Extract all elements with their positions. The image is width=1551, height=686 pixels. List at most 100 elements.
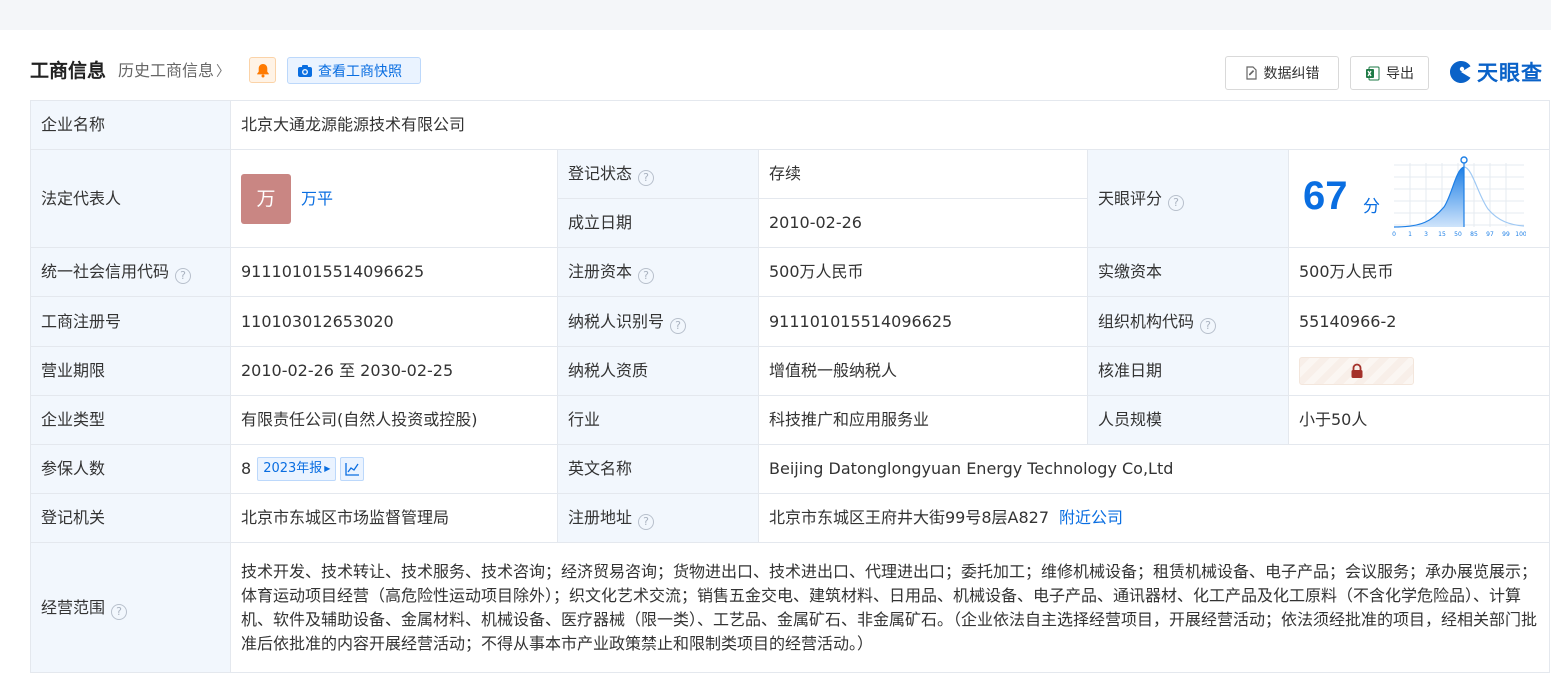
help-icon[interactable]: ? [1200,317,1217,334]
company-type-label: 企业类型 [30,395,231,445]
insured-label: 参保人数 [30,444,231,494]
reg-address-label: 注册地址 [568,508,633,527]
annual-report-tag[interactable]: 2023年报 ▶ [257,457,337,482]
score-unit: 分 [1363,196,1380,217]
table-row: 参保人数 8 2023年报 ▶ 英文名称 Beijing Datonglongyua… [30,444,1551,494]
tianyan-score-label-cell: 天眼评分? [1087,149,1289,248]
reg-authority-label: 登记机关 [30,493,231,543]
table-row: 经营范围? 技术开发、技术转让、技术服务、技术咨询；经济贸易咨询；货物进出口、技… [30,542,1551,673]
org-code-label: 组织机构代码 [1098,311,1195,331]
data-correction-button[interactable]: 数据纠错 [1225,56,1339,90]
credit-code-value: 911101015514096625 [230,247,558,297]
trend-chart-button[interactable] [340,457,365,482]
tianyan-score-label: 天眼评分 [1098,188,1163,208]
help-icon[interactable]: ? [1168,194,1185,211]
company-type-value: 有限责任公司(自然人投资或控股) [230,395,558,445]
tianyan-score-cell[interactable]: 67 分 0 1 3 15 50 85 97 99 100 [1287,149,1551,248]
data-correction-label: 数据纠错 [1263,66,1320,82]
view-snapshot-button[interactable]: 查看工商快照 [287,57,421,84]
line-chart-icon [345,463,359,476]
org-code-value: 55140966-2 [1287,296,1551,347]
axis-tick: 97 [1486,231,1494,238]
help-icon[interactable]: ? [638,514,655,530]
axis-tick: 3 [1424,231,1428,238]
table-row: 法定代表人 万万平 登记状态? 存续 天眼评分? 67 分 0 1 3 15 5… [30,149,1551,248]
founded-value: 2010-02-26 [758,198,1088,248]
top-strip [0,0,1551,30]
table-row: 企业名称 北京大通龙源能源技术有限公司 [30,100,1551,150]
taxpayer-id-label-cell: 纳税人识别号? [557,296,759,347]
view-snapshot-label: 查看工商快照 [318,63,402,80]
monitor-bell-button[interactable] [249,57,276,83]
table-row: 统一社会信用代码? 911101015514096625 注册资本? 500万人… [30,247,1551,297]
reg-status-label: 登记状态 [568,164,633,183]
approval-date-cell [1287,346,1551,396]
insured-cell: 8 2023年报 ▶ [230,444,558,494]
triangle-right-icon: ▶ [324,464,331,474]
history-info-label: 历史工商信息 [118,61,215,80]
help-icon[interactable]: ? [638,170,655,186]
export-label: 导出 [1386,66,1414,82]
axis-tick: 85 [1470,231,1478,238]
export-button[interactable]: 导出 [1350,56,1429,90]
nearby-companies-link[interactable]: 附近公司 [1059,508,1123,527]
help-icon[interactable]: ? [111,603,128,620]
camera-icon [298,64,312,77]
edit-doc-icon [1245,66,1257,80]
credit-code-label: 统一社会信用代码 [41,262,170,281]
logo-eye-icon [1450,61,1471,83]
legal-rep-name-link[interactable]: 万平 [301,187,333,211]
help-icon[interactable]: ? [670,317,687,334]
reg-capital-label: 注册资本 [568,262,633,281]
reg-status-value: 存续 [758,149,1088,199]
bell-icon [256,63,269,77]
table-row: 营业期限 2010-02-26 至 2030-02-25 纳税人资质 增值税一般… [30,346,1551,396]
excel-icon [1366,66,1380,80]
help-icon[interactable]: ? [175,268,192,284]
reg-number-value: 110103012653020 [230,296,558,347]
lock-icon [1351,363,1362,378]
help-icon[interactable]: ? [638,268,655,284]
table-row: 登记机关 北京市东城区市场监督管理局 注册地址? 北京市东城区王府井大街99号8… [30,493,1551,543]
taxpayer-id-label: 纳税人识别号 [568,311,665,331]
reg-authority-value: 北京市东城区市场监督管理局 [230,493,558,543]
chevron-right-icon: 〉 [216,64,231,80]
paid-capital-label: 实缴资本 [1087,247,1289,297]
scope-label-cell: 经营范围? [30,542,231,673]
industry-value: 科技推广和应用服务业 [758,395,1088,445]
industry-label: 行业 [557,395,759,445]
scope-value: 技术开发、技术转让、技术服务、技术咨询；经济贸易咨询；货物进出口、技术进出口、代… [229,542,1551,673]
founded-label: 成立日期 [557,198,759,248]
reg-capital-value: 500万人民币 [758,247,1088,297]
annual-report-label: 2023年报 [263,461,323,477]
insured-value: 8 [241,458,252,478]
company-name-value: 北京大通龙源能源技术有限公司 [229,100,1551,150]
table-row: 工商注册号 110103012653020 纳税人识别号? 9111010155… [30,296,1551,347]
reg-status-label-cell: 登记状态? [557,149,759,199]
table-row: 企业类型 有限责任公司(自然人投资或控股) 行业 科技推广和应用服务业 人员规模… [30,395,1551,445]
score-value: 67 [1303,173,1348,218]
approval-date-label: 核准日期 [1087,346,1289,396]
term-label: 营业期限 [30,346,231,396]
history-info-link[interactable]: 历史工商信息〉 [118,57,230,86]
avatar[interactable]: 万 [241,173,291,224]
taxpayer-id-value: 911101015514096625 [758,296,1088,347]
staff-size-value: 小于50人 [1287,395,1551,445]
taxpayer-qual-value: 增值税一般纳税人 [758,346,1088,396]
score-distribution-chart: 0 1 3 15 50 85 97 99 100 [1392,155,1526,238]
reg-address-value: 北京市东城区王府井大街99号8层A827 [769,508,1050,527]
credit-code-label-cell: 统一社会信用代码? [30,247,231,297]
reg-address-label-cell: 注册地址? [557,493,759,543]
section-title: 工商信息 [30,60,107,82]
org-code-label-cell: 组织机构代码? [1087,296,1289,347]
paid-capital-value: 500万人民币 [1287,247,1551,297]
locked-value-button[interactable] [1299,357,1414,385]
english-name-label: 英文名称 [557,444,759,494]
reg-capital-label-cell: 注册资本? [557,247,759,297]
term-value: 2010-02-26 至 2030-02-25 [230,346,558,396]
axis-tick: 50 [1454,231,1462,238]
axis-tick: 99 [1502,231,1510,238]
axis-tick: 0 [1392,231,1396,238]
axis-tick: 100 [1515,231,1526,238]
scope-label: 经营范围 [41,597,106,617]
